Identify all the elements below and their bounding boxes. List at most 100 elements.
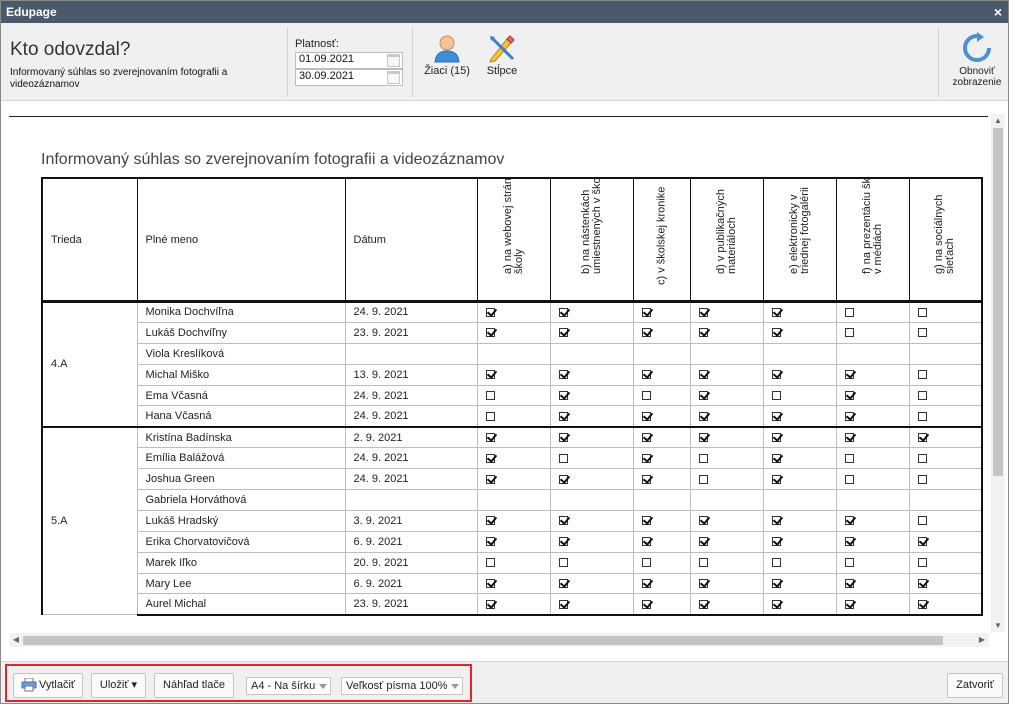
checkbox-checked-icon: [485, 370, 495, 380]
consent-cell: [689, 321, 764, 344]
checkbox-checked-icon: [771, 599, 781, 609]
checkbox-checked-icon: [771, 516, 781, 526]
consent-cell: [476, 384, 551, 407]
checkbox-unchecked-icon: [917, 474, 927, 484]
scroll-up-icon[interactable]: ▲: [991, 116, 1005, 125]
checkbox-unchecked-icon: [844, 474, 854, 484]
checkbox-checked-icon: [558, 537, 568, 547]
calendar-icon[interactable]: [387, 71, 400, 84]
submission-date: 13. 9. 2021: [344, 363, 478, 386]
submission-date: 3. 9. 2021: [344, 509, 478, 532]
checkbox-checked-icon: [771, 370, 781, 380]
checkbox-checked-icon: [917, 579, 927, 589]
checkbox-unchecked-icon: [844, 308, 854, 318]
consent-cell: [549, 425, 634, 449]
columns-label: Stĺpce: [486, 65, 518, 77]
refresh-button[interactable]: Obnoviť zobrazenie: [947, 31, 1007, 89]
header-consent-e: e) elektronicky v triednej fotogalérii: [762, 177, 837, 302]
consent-cell: [835, 405, 910, 428]
consent-cell: [908, 321, 983, 344]
consent-cell: [762, 530, 837, 553]
save-button[interactable]: Uložiť ▾: [91, 673, 146, 698]
consent-cell: [476, 468, 551, 491]
consent-cell: [762, 425, 837, 449]
table-header-row: Trieda Plné meno Dátum a) na webovej str…: [41, 177, 983, 302]
consent-cell: [632, 468, 691, 491]
checkbox-checked-icon: [641, 411, 651, 421]
checkbox-checked-icon: [844, 391, 854, 401]
scroll-right-icon[interactable]: ▶: [975, 635, 989, 644]
columns-button[interactable]: Stĺpce: [481, 31, 523, 89]
checkbox-checked-icon: [917, 537, 927, 547]
checkbox-unchecked-icon: [558, 453, 568, 463]
student-name: Mary Lee: [136, 572, 346, 595]
consent-cell: [689, 530, 764, 553]
consent-cell: [632, 551, 691, 574]
checkbox-checked-icon: [698, 308, 708, 318]
consent-cell: [549, 509, 634, 532]
checkbox-checked-icon: [698, 433, 708, 443]
student-name: Hana Včasná: [136, 405, 346, 428]
checkbox-unchecked-icon: [844, 453, 854, 463]
checkbox-unchecked-icon: [917, 453, 927, 463]
student-name: Emília Balážová: [136, 447, 346, 470]
scroll-down-icon[interactable]: ▼: [991, 621, 1005, 630]
date-to-input[interactable]: 30.09.2021: [295, 69, 403, 86]
horizontal-scrollbar[interactable]: ◀ ▶: [9, 633, 989, 647]
consent-cell: [689, 489, 764, 511]
checkbox-unchecked-icon: [917, 411, 927, 421]
checkbox-unchecked-icon: [698, 453, 708, 463]
consent-cell: [908, 363, 983, 386]
consent-cell: [632, 425, 691, 449]
consent-cell: [476, 593, 551, 616]
consent-cell: [689, 468, 764, 491]
table-row: Lukáš Hradský 3. 9. 2021: [42, 509, 983, 532]
checkbox-checked-icon: [641, 453, 651, 463]
students-label: Žiaci (15): [424, 65, 470, 77]
vertical-scrollbar[interactable]: ▲ ▼: [991, 114, 1005, 632]
checkbox-checked-icon: [641, 516, 651, 526]
consent-cell: [762, 551, 837, 574]
consent-cell: [632, 384, 691, 407]
checkbox-checked-icon: [771, 433, 781, 443]
footer-bar: Vytlačiť Uložiť ▾ Náhľad tlače A4 - Na š…: [1, 661, 1008, 703]
paper-size-select[interactable]: A4 - Na šírku: [246, 677, 331, 695]
consent-cell: [908, 572, 983, 595]
consent-cell: [549, 321, 634, 344]
table-row: Ema Včasná 24. 9. 2021: [42, 384, 983, 407]
consent-cell: [908, 593, 983, 616]
checkbox-unchecked-icon: [641, 558, 651, 568]
checkbox-checked-icon: [485, 474, 495, 484]
toolbar: Kto odovzdal? Informovaný súhlas so zver…: [1, 23, 1008, 101]
consent-cell: [835, 509, 910, 532]
submission-date: 6. 9. 2021: [344, 530, 478, 553]
consent-cell: [762, 384, 837, 407]
report-table: Trieda Plné meno Dátum a) na webovej str…: [41, 177, 983, 616]
class-group-5a: 5.A Kristína Badínska 2. 9. 2021 Emília Bal…: [41, 425, 983, 616]
consent-cell: [632, 300, 691, 323]
scroll-left-icon[interactable]: ◀: [9, 635, 23, 644]
divider: [938, 27, 939, 97]
table-row: Hana Včasná 24. 9. 2021: [42, 405, 983, 428]
calendar-icon[interactable]: [387, 54, 400, 67]
header-consent-f: f) na prezentáciu školy v médiách: [835, 177, 910, 302]
consent-cell: [762, 593, 837, 616]
refresh-label: Obnoviť zobrazenie: [947, 66, 1007, 88]
checkbox-checked-icon: [641, 308, 651, 318]
print-preview-button[interactable]: Náhľad tlače: [154, 673, 234, 698]
close-button[interactable]: Zatvoriť: [947, 673, 1003, 698]
date-from-input[interactable]: 01.09.2021: [295, 52, 403, 69]
checkbox-checked-icon: [641, 433, 651, 443]
font-size-select[interactable]: Veľkosť písma 100%: [341, 677, 463, 695]
close-icon[interactable]: ×: [990, 1, 1006, 23]
print-button[interactable]: Vytlačiť: [13, 673, 83, 698]
consent-cell: [549, 530, 634, 553]
columns-icon: [489, 35, 515, 63]
consent-cell: [549, 342, 634, 365]
vertical-scroll-thumb[interactable]: [993, 128, 1003, 476]
students-button[interactable]: Žiaci (15): [421, 31, 473, 89]
horizontal-scroll-thumb[interactable]: [23, 636, 943, 645]
checkbox-checked-icon: [485, 599, 495, 609]
table-row: Marek Iľko 20. 9. 2021: [42, 551, 983, 574]
consent-cell: [835, 530, 910, 553]
